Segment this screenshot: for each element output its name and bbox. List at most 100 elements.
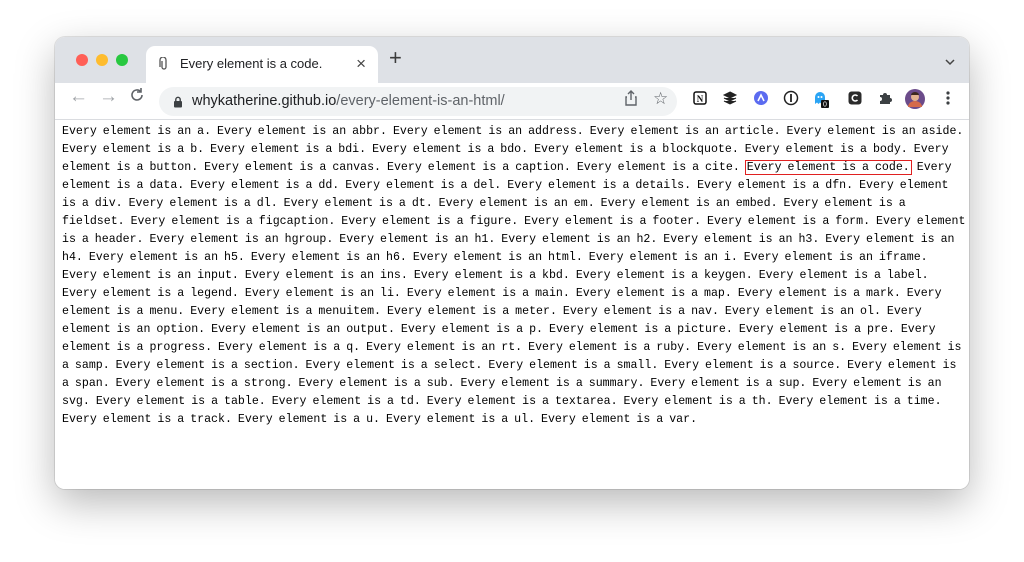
page-content: Every element is an a. Every element is … [55,120,969,489]
reload-button[interactable] [129,87,145,109]
element-sentence: Every element is an rt. [366,341,523,354]
highlighted-sentence: Every element is a code. [744,160,912,175]
element-sentence: Every element is an li. [244,287,401,300]
element-sentence: Every element is a bdi. [210,143,367,156]
element-sentence: Every element is a picture. [548,323,733,336]
new-tab-button[interactable]: + [389,45,402,71]
element-sentence: Every element is a textarea. [426,395,618,408]
close-window-button[interactable] [76,54,88,66]
element-sentence: Every element is a section. [115,359,300,372]
more-icon[interactable] [939,90,957,108]
element-sentence: Every element is a nav. [562,305,719,318]
element-sentence: Every element is a u. [237,413,381,426]
element-sentence: Every element is an aside. [786,125,964,138]
element-sentence: Every element is a th. [623,395,773,408]
zoom-window-button[interactable] [116,54,128,66]
element-sentence: Every element is a time. [778,395,942,408]
element-sentence: Every element is an s. [697,341,847,354]
element-sentence: Every element is a ruby. [528,341,692,354]
element-sentence: Every element is a caption. [387,161,571,174]
element-sentence: Every element is a dt. [283,197,433,210]
extension-badge: 0 [823,102,827,109]
element-sentence: Every element is a bdo. [372,143,529,156]
element-sentence: Every element is an i. [588,251,738,264]
element-sentence: Every element is a body. [744,143,908,156]
forward-button[interactable]: → [99,86,118,108]
element-sentence: Every element is an h3. [663,233,820,246]
browser-window: Every element is a code. × + ← → whykath… [55,37,969,489]
element-sentence: Every element is a legend. [62,287,239,300]
notion-icon[interactable]: N [691,90,709,108]
element-sentence: Every element is a table. [95,395,266,408]
element-sentence: Every element is a mark. [737,287,901,300]
chromium-c-icon[interactable] [846,90,864,108]
element-sentence: Every element is an em. [438,197,595,210]
element-sentence: Every element is an output. [211,323,395,336]
element-sentence: Every element is an input. [62,269,239,282]
share-icon[interactable] [624,90,638,111]
onepassword-icon[interactable] [782,90,800,108]
element-sentence: Every element is a sub. [298,377,455,390]
element-sentence: Every element is a pre. [738,323,895,336]
element-sentence: Every element is a source. [664,359,842,372]
element-sentence: Every element is a ul. [385,413,536,426]
profile-avatar[interactable] [905,89,925,109]
url-host: whykatherine.github.io [192,93,337,109]
puzzle-icon[interactable] [876,90,894,108]
chevron-down-icon[interactable] [945,53,955,66]
paperclip-icon [159,56,169,74]
element-sentence: Every element is a canvas. [204,161,382,174]
address-bar[interactable]: whykatherine.github.io/every-element-is-… [159,87,677,116]
tab-active[interactable]: Every element is a code. × [146,46,378,83]
tab-strip: Every element is a code. × + [55,37,969,83]
element-sentence: Every element is an h5. [88,251,245,264]
element-sentence: Every element is a b. [62,143,205,156]
element-sentence: Every element is a label. [758,269,929,282]
element-sentence: Every element is an html. [412,251,583,264]
element-sentence: Every element is a dd. [190,179,340,192]
back-button[interactable]: ← [69,86,88,108]
element-sentence: Every element is a dl. [128,197,278,210]
buffer-icon[interactable] [721,90,739,108]
element-sentence: Every element is a dfn. [697,179,854,192]
element-sentence: Every element is an iframe. [743,251,928,264]
element-sentence: Every element is a p. [400,323,544,336]
element-sentence: Every element is an article. [589,125,781,138]
bookmark-star-icon[interactable]: ☆ [653,89,668,109]
element-sentence: Every element is a figcaption. [130,215,336,228]
url-path: /every-element-is-an-html/ [336,93,505,109]
element-sentence: Every element is a strong. [115,377,293,390]
element-sentence: Every element is an ol. [724,305,881,318]
lock-icon[interactable] [173,95,183,113]
element-sentence: Every element is a keygen. [575,269,753,282]
element-sentence: Every element is a menuitem. [190,305,382,318]
element-sentence: Every element is a var. [541,413,698,426]
element-sentence: Every element is an address. [392,125,584,138]
minimize-window-button[interactable] [96,54,108,66]
element-sentences: Every element is an a. Every element is … [62,123,966,429]
element-sentence: Every element is an h6. [250,251,407,264]
arc-icon[interactable] [752,90,770,108]
element-sentence: Every element is a meter. [386,305,557,318]
element-sentence: Every element is a summary. [460,377,645,390]
element-sentence: Every element is a q. [218,341,361,354]
element-sentence: Every element is an ins. [244,269,408,282]
element-sentence: Every element is an h2. [501,233,658,246]
ghost-icon[interactable]: 0 [812,90,830,109]
element-sentence: Every element is a select. [305,359,483,372]
element-sentence: Every element is a track. [62,413,232,426]
svg-text:N: N [697,94,704,104]
element-sentence: Every element is a small. [488,359,659,372]
element-sentence: Every element is a map. [575,287,732,300]
tab-title: Every element is a code. [180,56,323,71]
browser-toolbar: ← → whykatherine.github.io/every-element… [55,83,969,120]
element-sentence: Every element is a footer. [524,215,702,228]
close-tab-icon[interactable]: × [356,54,366,74]
element-sentence: Every element is a form. [707,215,871,228]
element-sentence: Every element is a sup. [650,377,807,390]
element-sentence: Every element is a main. [406,287,570,300]
element-sentence: Every element is an hgroup. [149,233,334,246]
url-text: whykatherine.github.io/every-element-is-… [192,93,505,109]
element-sentence: Every element is a blockquote. [534,143,739,156]
element-sentence: Every element is an h1. [339,233,496,246]
